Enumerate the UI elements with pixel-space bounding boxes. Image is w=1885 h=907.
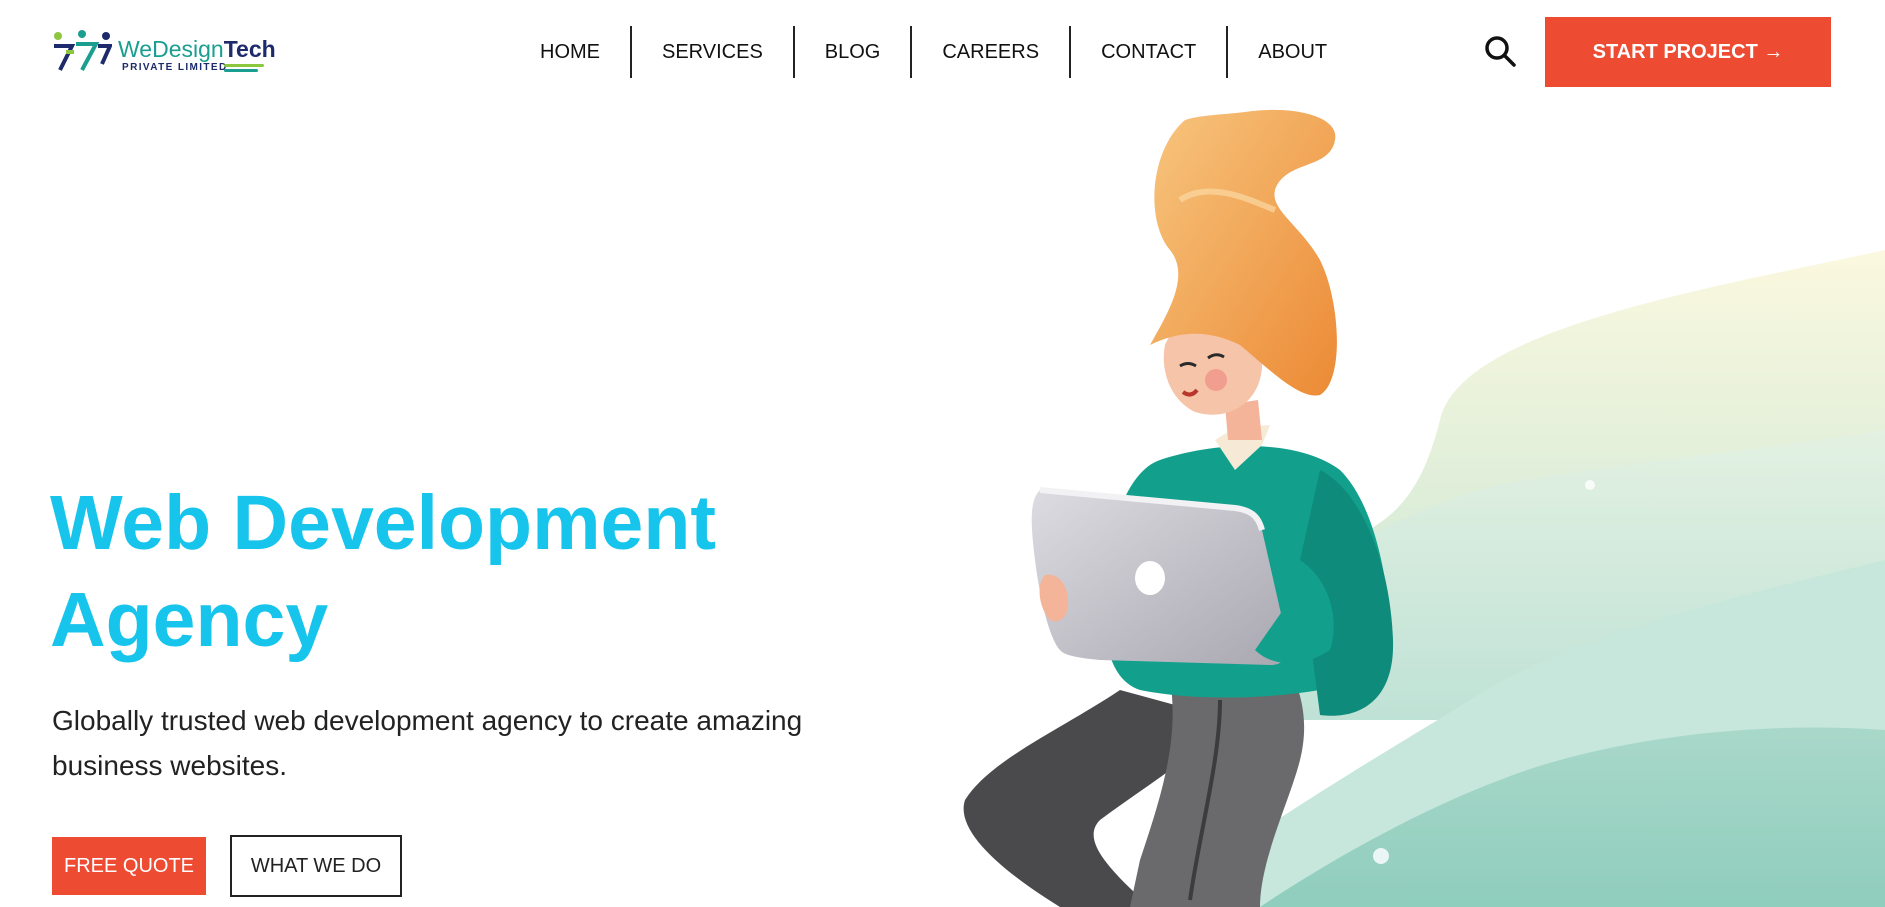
hero-title-line1: Web Development (50, 480, 717, 566)
nav-services[interactable]: SERVICES (630, 26, 793, 78)
nav-about[interactable]: ABOUT (1226, 26, 1357, 78)
nav-blog[interactable]: BLOG (792, 26, 911, 78)
brand-logo[interactable]: WeDesignTech PRIVATE LIMITED (52, 30, 282, 78)
free-quote-button[interactable]: FREE QUOTE (52, 837, 206, 895)
search-icon[interactable] (1482, 33, 1518, 69)
brand-name-part1: WeDesign (118, 36, 224, 62)
brand-underline (224, 64, 264, 72)
what-we-do-button[interactable]: WHAT WE DO (230, 835, 402, 897)
hero-title-line2: Agency (50, 577, 329, 663)
brand-name: WeDesignTech (118, 36, 276, 63)
start-project-button[interactable]: START PROJECT → (1545, 17, 1831, 87)
nav-home[interactable]: HOME (510, 26, 630, 78)
logo-mark-icon (54, 30, 112, 71)
nav-careers[interactable]: CAREERS (910, 26, 1069, 78)
brand-subtitle: PRIVATE LIMITED (122, 62, 228, 73)
main-nav: HOME SERVICES BLOG CAREERS CONTACT ABOUT (510, 26, 1357, 78)
hero-title: Web Development Agency (50, 475, 870, 669)
site-header: WeDesignTech PRIVATE LIMITED HOME SERVIC… (0, 0, 1885, 104)
brand-name-part2: Tech (223, 36, 276, 62)
nav-contact[interactable]: CONTACT (1069, 26, 1226, 78)
hero-description: Globally trusted web development agency … (52, 705, 803, 781)
